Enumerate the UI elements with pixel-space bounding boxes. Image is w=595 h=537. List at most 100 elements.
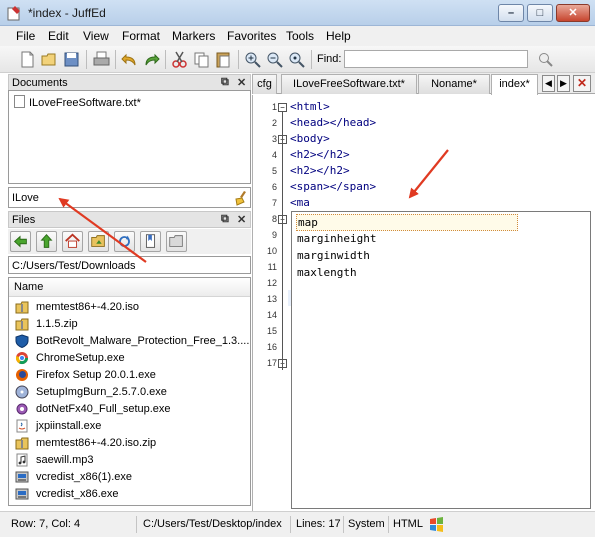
status-bar: Row: 7, Col: 4 C:/Users/Test/Desktop/ind… bbox=[0, 511, 595, 537]
panel-close-icon[interactable]: ✕ bbox=[237, 76, 246, 89]
menu-bar: File Edit View Format Markers Favorites … bbox=[0, 26, 595, 46]
file-list-item[interactable]: SetupImgBurn_2.5.7.0.exe bbox=[13, 384, 250, 401]
new-file-icon[interactable] bbox=[18, 50, 37, 69]
maximize-button[interactable]: □ bbox=[527, 4, 553, 22]
file-list-item[interactable]: Firefox Setup 20.0.1.exe bbox=[13, 367, 250, 384]
menu-file[interactable]: File bbox=[16, 29, 35, 43]
main-toolbar: Find: bbox=[0, 46, 595, 73]
eol-mode[interactable]: System bbox=[348, 518, 385, 530]
file-name: Firefox Setup 20.0.1.exe bbox=[36, 369, 156, 381]
menu-tools[interactable]: Tools bbox=[286, 29, 314, 43]
file-list-item[interactable]: jxpiinstall.exe bbox=[13, 418, 250, 435]
file-name: SetupImgBurn_2.5.7.0.exe bbox=[36, 386, 167, 398]
menu-favorites[interactable]: Favorites bbox=[227, 29, 276, 43]
file-browser-toolbar bbox=[8, 229, 251, 254]
file-name: dotNetFx40_Full_setup.exe bbox=[36, 403, 171, 415]
tab-scroll-right-icon[interactable]: ▶ bbox=[557, 75, 570, 92]
autocomplete-item[interactable]: map bbox=[296, 214, 518, 231]
paste-icon[interactable] bbox=[214, 50, 233, 69]
autocomplete-item[interactable]: marginwidth bbox=[296, 248, 518, 265]
line-number: 9 bbox=[271, 230, 277, 240]
new-folder-icon[interactable] bbox=[166, 231, 187, 252]
tab-index[interactable]: index* bbox=[491, 74, 538, 95]
line-number: 11 bbox=[267, 262, 277, 272]
line-number: 1 bbox=[271, 102, 277, 112]
folder-zip-icon bbox=[15, 301, 29, 314]
cut-icon[interactable] bbox=[170, 50, 189, 69]
files-panel-header: Files ⧉ ✕ bbox=[8, 211, 251, 228]
menu-view[interactable]: View bbox=[83, 29, 109, 43]
code-line: <h2></h2> bbox=[290, 164, 350, 177]
refresh-icon[interactable] bbox=[114, 231, 135, 252]
close-button[interactable]: ✕ bbox=[556, 4, 590, 22]
file-name: vcredist_x86.exe bbox=[36, 488, 119, 500]
documents-panel-title: Documents bbox=[12, 77, 68, 89]
undock-icon[interactable]: ⧉ bbox=[221, 76, 229, 89]
file-list-item[interactable]: saewill.mp3 bbox=[13, 452, 250, 469]
find-search-icon[interactable] bbox=[536, 50, 555, 69]
code-line: <span></span> bbox=[290, 180, 377, 193]
find-input[interactable] bbox=[344, 50, 528, 68]
file-list-item[interactable]: dotNetFx40_Full_setup.exe bbox=[13, 401, 250, 418]
line-number: 17 bbox=[266, 358, 277, 368]
back-arrow-icon[interactable] bbox=[10, 231, 31, 252]
menu-markers[interactable]: Markers bbox=[172, 29, 215, 43]
redo-icon[interactable] bbox=[142, 50, 161, 69]
name-column-header[interactable]: Name bbox=[9, 278, 250, 297]
zoom-in-icon[interactable] bbox=[243, 50, 262, 69]
code-line: <body> bbox=[290, 132, 330, 145]
file-list-item[interactable]: vcredist_x86(1).exe bbox=[13, 469, 250, 486]
undo-icon[interactable] bbox=[120, 50, 139, 69]
installer-icon bbox=[15, 471, 29, 483]
audio-file-icon bbox=[16, 453, 28, 467]
clear-filter-broom-icon[interactable] bbox=[233, 190, 249, 206]
name-column-label: Name bbox=[14, 281, 44, 293]
menu-format[interactable]: Format bbox=[122, 29, 160, 43]
home-icon[interactable] bbox=[62, 231, 83, 252]
tab-noname[interactable]: Noname* bbox=[418, 74, 490, 94]
file-list-item[interactable]: 1.1.5.zip bbox=[13, 316, 250, 333]
file-list-item[interactable]: memtest86+-4.20.iso.zip bbox=[13, 435, 250, 452]
file-list-item[interactable]: vcredist_x86.exe bbox=[13, 486, 250, 503]
fold-guide bbox=[282, 240, 283, 370]
print-icon[interactable] bbox=[92, 50, 111, 69]
syntax-mode[interactable]: HTML bbox=[393, 518, 423, 530]
current-folder-icon[interactable] bbox=[88, 231, 109, 252]
tab-ilovefreesoftware[interactable]: ILoveFreeSoftware.txt* bbox=[281, 74, 417, 94]
copy-icon[interactable] bbox=[192, 50, 211, 69]
line-number: 10 bbox=[266, 246, 277, 256]
tab-label: index* bbox=[499, 78, 530, 90]
documents-panel-header: Documents ⧉ ✕ bbox=[8, 74, 251, 91]
panel-close-icon[interactable]: ✕ bbox=[237, 213, 246, 226]
menu-edit[interactable]: Edit bbox=[48, 29, 69, 43]
documents-filter-input[interactable]: ILove bbox=[8, 187, 251, 208]
close-tab-icon[interactable]: ✕ bbox=[573, 75, 591, 92]
autocomplete-label: marginwidth bbox=[297, 249, 370, 262]
java-icon bbox=[16, 419, 28, 433]
zoom-out-icon[interactable] bbox=[265, 50, 284, 69]
tab-scroll-left-icon[interactable]: ◀ bbox=[542, 75, 555, 92]
zoom-reset-icon[interactable] bbox=[287, 50, 306, 69]
find-label: Find: bbox=[317, 53, 342, 65]
folder-zip-icon bbox=[15, 437, 29, 450]
undock-icon[interactable]: ⧉ bbox=[221, 213, 229, 226]
file-list-item[interactable]: ChromeSetup.exe bbox=[13, 350, 250, 367]
file-list-item[interactable]: BotRevolt_Malware_Protection_Free_1.3...… bbox=[13, 333, 250, 350]
save-icon[interactable] bbox=[62, 50, 81, 69]
autocomplete-item[interactable]: marginheight bbox=[296, 231, 518, 248]
up-arrow-icon[interactable] bbox=[36, 231, 57, 252]
windows-logo-icon bbox=[430, 517, 443, 532]
autocomplete-item[interactable]: maxlength bbox=[296, 265, 518, 282]
menu-help[interactable]: Help bbox=[326, 29, 351, 43]
fold-toggle-icon[interactable]: − bbox=[278, 103, 287, 112]
file-browser-path-input[interactable]: C:/Users/Test/Downloads bbox=[8, 256, 251, 274]
document-item[interactable]: ILoveFreeSoftware.txt* bbox=[14, 95, 141, 109]
minimize-button[interactable]: – bbox=[498, 4, 524, 22]
open-file-icon[interactable] bbox=[40, 50, 59, 69]
tab-cfg[interactable]: cfg bbox=[252, 74, 277, 94]
line-number: 6 bbox=[271, 182, 277, 192]
line-number: 4 bbox=[271, 150, 277, 160]
file-list-item[interactable]: memtest86+-4.20.iso bbox=[13, 299, 250, 316]
file-path-status: C:/Users/Test/Desktop/index bbox=[143, 518, 282, 530]
bookmark-icon[interactable] bbox=[140, 231, 161, 252]
